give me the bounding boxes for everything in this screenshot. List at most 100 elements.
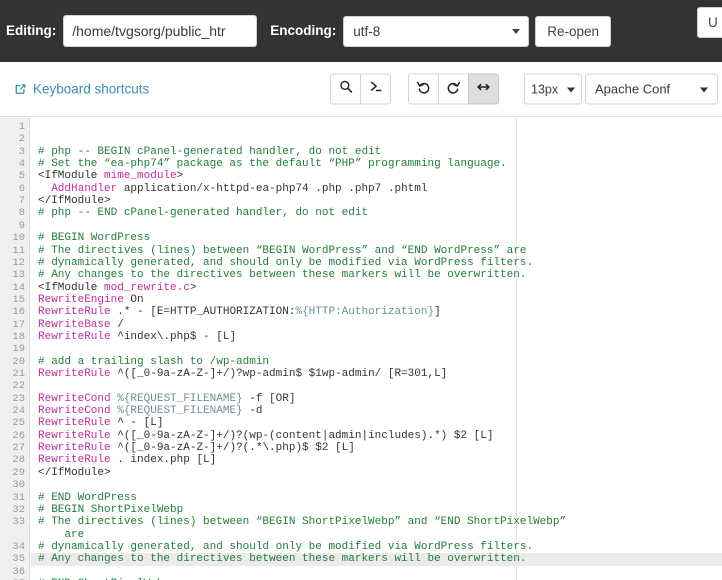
line-number: 27 — [12, 442, 25, 455]
code-line[interactable]: 19 — [0, 343, 722, 355]
line-text: RewriteRule ^([_0-9a-zA-Z-]+/)?(wp-(cont… — [38, 430, 494, 442]
code-line[interactable]: 31 # END WordPress — [0, 492, 722, 504]
code-line[interactable]: 25 RewriteRule ^ - [L] — [0, 417, 722, 429]
line-number: 24 — [12, 405, 25, 418]
search-button[interactable] — [330, 73, 361, 105]
font-size-select[interactable]: 13px — [524, 73, 582, 105]
code-line[interactable]: 4 # Set the “ea-php74” package as the def… — [0, 158, 722, 170]
mode-select-wrap: Apache Conf — [585, 73, 718, 105]
code-line[interactable]: 18 RewriteRule ^index\.php$ - [L] — [0, 331, 722, 343]
code-line[interactable]: 15 RewriteEngine On — [0, 294, 722, 306]
console-button[interactable] — [360, 73, 391, 105]
code-token: RewriteEngine — [38, 293, 124, 306]
clipped-right-button[interactable]: U — [697, 7, 722, 38]
line-text: # add a trailing slash to /wp-admin — [38, 356, 269, 368]
code-line[interactable]: 24 RewriteCond %{REQUEST_FILENAME} -d — [0, 405, 722, 417]
file-path-input[interactable]: /home/tvgsorg/public_htr — [63, 15, 258, 47]
code-line[interactable]: 9 — [0, 220, 722, 232]
undo-icon — [416, 79, 431, 99]
line-number: 8 — [18, 207, 25, 220]
line-text: # dynamically generated, and should only… — [38, 257, 533, 269]
code-token: RewriteRule — [38, 306, 111, 319]
code-line[interactable]: 36 — [0, 566, 722, 578]
font-size-select-wrap: 13px — [524, 73, 582, 105]
code-line[interactable]: 7 </IfModule> — [0, 195, 722, 207]
code-line[interactable]: 30 — [0, 479, 722, 491]
code-token: RewriteRule — [38, 429, 111, 442]
code-token: RewriteCond — [38, 405, 111, 418]
word-wrap-toggle-button[interactable] — [468, 73, 499, 105]
code-token: .* - [E=HTTP_AUTHORIZATION: — [110, 306, 296, 319]
code-line[interactable]: 14 <IfModule mod_rewrite.c> — [0, 282, 722, 294]
code-line-wrap[interactable]: are — [0, 529, 722, 541]
line-number: 11 — [12, 244, 25, 257]
code-line[interactable]: 3 # php -- BEGIN cPanel-generated handler… — [0, 146, 722, 158]
code-line[interactable]: 28 RewriteRule . index.php [L] — [0, 454, 722, 466]
line-text: RewriteRule . index.php [L] — [38, 454, 216, 466]
code-line[interactable]: 6 AddHandler application/x-httpd-ea-php7… — [0, 183, 722, 195]
line-number: 15 — [12, 293, 25, 306]
code-line[interactable]: 8 # php -- END cPanel-generated handler, … — [0, 207, 722, 219]
line-number: 13 — [12, 269, 25, 282]
keyboard-shortcuts-link[interactable]: Keyboard shortcuts — [14, 82, 149, 97]
undo-button[interactable] — [408, 73, 439, 105]
line-number: 22 — [12, 380, 25, 393]
code-token: RewriteRule — [38, 454, 111, 467]
code-editor[interactable]: 1 2 3 # php -- BEGIN cPanel-generated handl… — [0, 118, 722, 580]
code-token: -d — [242, 405, 263, 418]
code-line[interactable]: 32 # BEGIN ShortPixelWebp — [0, 504, 722, 516]
code-line[interactable]: 16 RewriteRule .* - [E=HTTP_AUTHORIZATION… — [0, 306, 722, 318]
word-wrap-icon — [476, 79, 491, 99]
code-token: RewriteBase — [38, 318, 111, 331]
encoding-select[interactable]: utf-8 — [343, 15, 530, 47]
code-token: # Any changes to the directives between … — [38, 269, 527, 282]
code-line[interactable]: 12 # dynamically generated, and should on… — [0, 257, 722, 269]
code-token: <IfModule — [38, 281, 105, 294]
code-token: </IfModule> — [38, 195, 111, 208]
line-text: RewriteRule .* - [E=HTTP_AUTHORIZATION:%… — [38, 306, 441, 318]
code-line[interactable]: 13 # Any changes to the directives betwee… — [0, 269, 722, 281]
code-line[interactable]: 10 # BEGIN WordPress — [0, 232, 722, 244]
line-number: 21 — [12, 368, 25, 380]
code-line[interactable]: 34 # dynamically generated, and should on… — [0, 541, 722, 553]
line-number: 31 — [12, 491, 25, 504]
code-line[interactable]: 1 — [0, 121, 722, 133]
code-token: %{REQUEST_FILENAME} — [117, 405, 243, 418]
code-token: . index.php [L] — [110, 454, 217, 467]
code-line[interactable]: 35 # Any changes to the directives betwee… — [0, 553, 722, 566]
line-number: 6 — [18, 182, 25, 195]
code-line[interactable]: 22 — [0, 380, 722, 392]
line-text: RewriteRule ^([_0-9a-zA-Z-]+/)?(.*\.php)… — [38, 442, 355, 454]
code-line[interactable]: 5 <IfModule mime_module> — [0, 170, 722, 182]
code-line[interactable]: 33 # The directives (lines) between “BEGI… — [0, 516, 722, 528]
keyboard-shortcuts-label: Keyboard shortcuts — [33, 81, 150, 97]
reopen-button[interactable]: Re-open — [535, 15, 612, 47]
code-token: RewriteCond — [38, 392, 111, 405]
line-number: 25 — [12, 417, 25, 430]
code-token: ^([_0-9a-zA-Z-]+/)?(wp-(content|admin|in… — [110, 429, 494, 442]
encoding-label: Encoding: — [270, 23, 337, 39]
code-line[interactable]: 27 RewriteRule ^([_0-9a-zA-Z-]+/)?(.*\.ph… — [0, 442, 722, 454]
line-text: # BEGIN WordPress — [38, 232, 150, 244]
code-line[interactable]: 26 RewriteRule ^([_0-9a-zA-Z-]+/)?(wp-(co… — [0, 430, 722, 442]
code-token: # BEGIN WordPress — [38, 232, 151, 245]
code-line[interactable]: 11 # The directives (lines) between “BEGI… — [0, 245, 722, 257]
code-line[interactable]: 23 RewriteCond %{REQUEST_FILENAME} -f [OR… — [0, 393, 722, 405]
redo-button[interactable] — [438, 73, 469, 105]
code-token: %{REQUEST_FILENAME} — [117, 392, 243, 405]
code-line[interactable]: 20 # add a trailing slash to /wp-admin — [0, 356, 722, 368]
code-token: AddHandler — [51, 182, 118, 195]
code-line[interactable]: 2 — [0, 133, 722, 145]
console-prompt-icon — [369, 80, 383, 99]
line-text: # BEGIN ShortPixelWebp — [38, 504, 183, 516]
code-token: # BEGIN ShortPixelWebp — [38, 503, 184, 516]
code-token: > — [176, 170, 184, 183]
syntax-mode-select[interactable]: Apache Conf — [585, 73, 718, 105]
code-line[interactable]: 29 </IfModule> — [0, 467, 722, 479]
code-line[interactable]: 17 RewriteBase / — [0, 319, 722, 331]
line-text: # END WordPress — [38, 492, 137, 504]
code-line[interactable]: 21 RewriteRule ^([_0-9a-zA-Z-]+/)?wp-admi… — [0, 368, 722, 380]
external-link-icon — [14, 83, 27, 96]
line-number: 9 — [18, 219, 25, 232]
